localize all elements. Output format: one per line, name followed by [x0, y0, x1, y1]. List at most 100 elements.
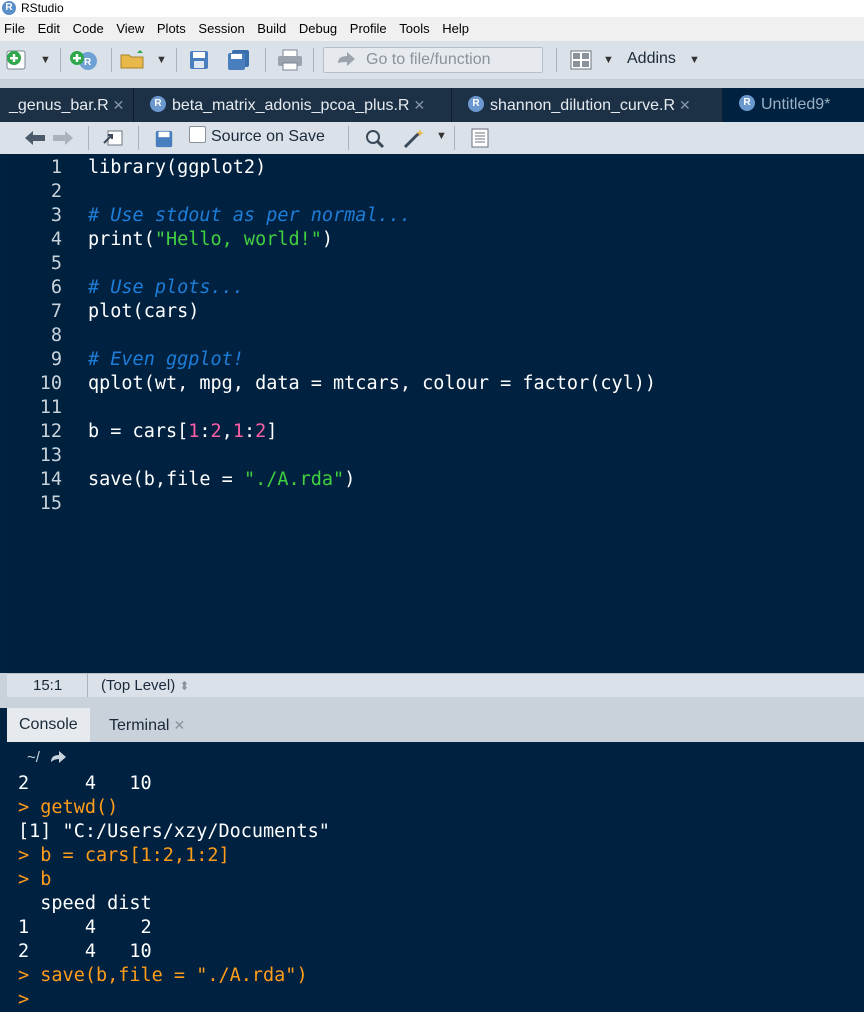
- menu-edit[interactable]: Edit: [38, 17, 60, 41]
- tab-genus-bar[interactable]: _genus_bar.R ✕: [0, 88, 134, 122]
- console-output-line: 2 4 10: [18, 773, 152, 794]
- r-file-icon: R: [150, 95, 166, 112]
- compile-report-icon[interactable]: [470, 128, 490, 148]
- new-file-icon[interactable]: [5, 49, 31, 71]
- pane-layout-icon[interactable]: [570, 49, 592, 71]
- window-title: RStudio: [21, 1, 64, 15]
- console-output-line: 2 4 10: [18, 941, 152, 962]
- menu-build[interactable]: Build: [257, 17, 286, 41]
- go-to-file-input[interactable]: Go to file/function: [323, 47, 543, 73]
- code-line: save(b,file = "./A.rda"): [88, 469, 356, 490]
- source-on-save-checkbox[interactable]: [189, 126, 206, 144]
- close-icon[interactable]: ✕: [679, 97, 691, 113]
- back-arrow-icon[interactable]: [24, 130, 46, 146]
- code-tools-dropdown-icon[interactable]: ▼: [436, 130, 447, 142]
- tab-label: Untitled9*: [761, 96, 831, 113]
- menu-debug[interactable]: Debug: [299, 17, 337, 41]
- line-number: 9: [50, 349, 62, 370]
- menu-bar: File Edit Code View Plots Session Build …: [0, 17, 864, 41]
- code-line: # Even ggplot!: [88, 349, 244, 370]
- save-icon[interactable]: [188, 49, 210, 71]
- open-folder-icon[interactable]: [119, 49, 149, 71]
- code-line: # Use stdout as per normal...: [88, 205, 412, 226]
- close-icon[interactable]: ✕: [113, 97, 125, 113]
- layout-dropdown-icon[interactable]: ▼: [603, 49, 614, 71]
- menu-code[interactable]: Code: [73, 17, 104, 41]
- line-number: 7: [50, 301, 62, 322]
- line-number: 11: [39, 397, 62, 418]
- source-on-save-label: Source on Save: [211, 128, 325, 145]
- show-in-window-icon[interactable]: [102, 129, 124, 147]
- line-number: 1: [50, 157, 62, 178]
- code-editor[interactable]: 1 library(ggplot2) 2 3 # Use stdout as per n…: [0, 154, 864, 673]
- source-on-save-toggle[interactable]: Source on Save: [189, 126, 325, 146]
- menu-view[interactable]: View: [116, 17, 144, 41]
- editor-status-bar: 15:1 (Top Level) ⬍: [7, 673, 864, 698]
- line-number: 15: [39, 493, 62, 514]
- search-icon[interactable]: [365, 129, 385, 149]
- go-to-file-placeholder: Go to file/function: [366, 51, 491, 68]
- tab-label: beta_matrix_adonis_pcoa_plus.R: [172, 97, 410, 114]
- scope-label: (Top Level): [101, 677, 176, 694]
- console-command-line: > save(b,file = "./A.rda"): [18, 965, 308, 986]
- menu-tools[interactable]: Tools: [399, 17, 429, 41]
- console-output-line: speed dist: [18, 893, 152, 914]
- console-tab-bar: Console Terminal ✕: [7, 708, 864, 742]
- code-line: # Use plots...: [88, 277, 244, 298]
- new-file-dropdown-icon[interactable]: ▼: [40, 49, 51, 71]
- arrow-right-icon: [338, 52, 355, 66]
- main-toolbar: ▼ R ▼ Go to file/function ▼ Addins ▼: [0, 41, 864, 80]
- tab-label: _genus_bar.R: [9, 97, 109, 114]
- open-dropdown-icon[interactable]: ▼: [156, 49, 167, 71]
- menu-profile[interactable]: Profile: [350, 17, 387, 41]
- addins-dropdown-icon[interactable]: ▼: [689, 49, 700, 71]
- tab-label: shannon_dilution_curve.R: [490, 97, 676, 114]
- title-bar: R RStudio: [0, 0, 864, 17]
- save-doc-icon[interactable]: [154, 129, 174, 149]
- console-command-line: > b: [18, 869, 52, 890]
- scope-selector[interactable]: (Top Level) ⬍: [101, 674, 189, 698]
- console-output-line: [1] "C:/Users/xzy/Documents": [18, 821, 330, 842]
- line-number: 6: [50, 277, 62, 298]
- line-number: 3: [50, 205, 62, 226]
- menu-help[interactable]: Help: [442, 17, 469, 41]
- save-all-icon[interactable]: [226, 49, 252, 71]
- new-project-icon[interactable]: R: [68, 49, 100, 71]
- print-icon[interactable]: [276, 49, 304, 71]
- code-line: qplot(wt, mpg, data = mtcars, colour = f…: [88, 373, 657, 394]
- code-line: print("Hello, world!"): [88, 229, 334, 250]
- line-number: 4: [50, 229, 62, 250]
- go-to-directory-icon[interactable]: [50, 749, 68, 765]
- line-number: 8: [50, 325, 62, 346]
- tab-beta-matrix[interactable]: Rbeta_matrix_adonis_pcoa_plus.R ✕: [134, 88, 452, 122]
- line-number: 5: [50, 253, 62, 274]
- menu-file[interactable]: File: [4, 17, 25, 41]
- menu-plots[interactable]: Plots: [157, 17, 186, 41]
- addins-menu[interactable]: Addins: [627, 50, 676, 68]
- cursor-position: 15:1: [33, 677, 63, 694]
- code-line: b = cars[1:2,1:2]: [88, 421, 278, 442]
- close-icon[interactable]: ✕: [413, 97, 425, 113]
- line-number: 10: [39, 373, 62, 394]
- forward-arrow-icon[interactable]: [52, 130, 74, 146]
- console-output-line: 1 4 2: [18, 917, 152, 938]
- tab-label: Console: [19, 716, 78, 733]
- tab-console[interactable]: Console: [7, 708, 90, 742]
- console-command-line: >: [18, 989, 41, 1010]
- console-command-line: > getwd(): [18, 797, 119, 818]
- console-output[interactable]: 2 4 10 > getwd() [1] "C:/Users/xzy/Documen…: [0, 773, 864, 1010]
- tab-untitled9[interactable]: R Untitled9*: [723, 88, 864, 122]
- line-number: 2: [50, 181, 62, 202]
- r-file-icon: R: [468, 95, 484, 112]
- tab-terminal[interactable]: Terminal ✕: [97, 708, 197, 742]
- code-tools-wand-icon[interactable]: [402, 127, 428, 149]
- console-cwd-bar: ~/: [7, 742, 864, 774]
- line-number: 13: [39, 445, 62, 466]
- tab-shannon-dilution[interactable]: Rshannon_dilution_curve.R ✕: [452, 88, 723, 122]
- console-command-line: > b = cars[1:2,1:2]: [18, 845, 230, 866]
- line-number: 12: [39, 421, 62, 442]
- close-icon[interactable]: ✕: [173, 717, 185, 733]
- code-line: library(ggplot2): [88, 157, 267, 178]
- updown-icon: ⬍: [179, 679, 190, 693]
- menu-session[interactable]: Session: [198, 17, 244, 41]
